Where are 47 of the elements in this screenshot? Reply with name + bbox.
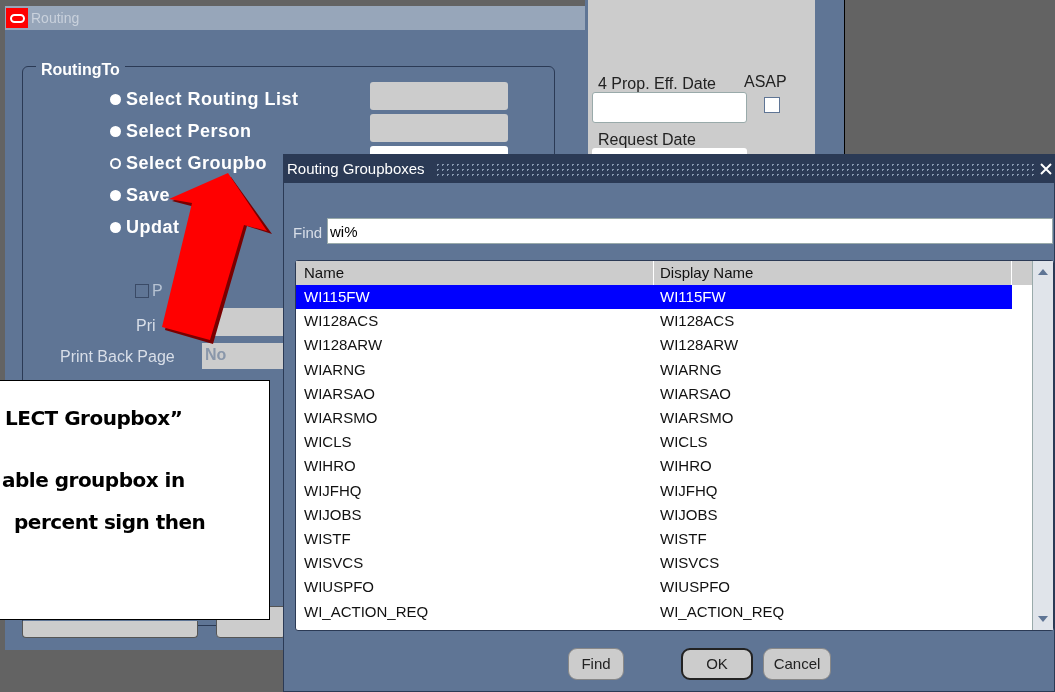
list-row[interactable]: WIJFHQ WIJFHQ (296, 478, 1012, 503)
dialog-button[interactable]: Cancel (763, 648, 831, 680)
dialog-button[interactable]: OK (681, 648, 753, 680)
radio-label: Select Groupbo (126, 152, 267, 175)
field-label: 4 Prop. Eff. Date (598, 74, 716, 94)
checkbox[interactable] (764, 97, 780, 113)
radio-button[interactable] (110, 222, 121, 233)
radio-label: Updat (126, 216, 180, 239)
list-row[interactable]: WI_ACTION_REQ WI_ACTION_REQ (296, 599, 1012, 624)
radio-label: Select Person (126, 120, 252, 143)
callout-text: able groupbox in (2, 467, 185, 494)
date-field[interactable] (592, 92, 747, 123)
list-row[interactable]: WI128ARW WI128ARW (296, 333, 1012, 358)
list-row[interactable]: WIARNG WIARNG (296, 357, 1012, 382)
list-row[interactable]: WIARSAO WIARSAO (296, 381, 1012, 406)
list-row[interactable]: WIARSMO WIARSMO (296, 406, 1012, 430)
radio-button[interactable] (110, 94, 121, 105)
dialog-button[interactable]: Find (568, 648, 624, 680)
callout-text: percent sign then (14, 509, 206, 536)
close-icon[interactable] (1039, 162, 1053, 176)
find-label: Find (293, 223, 323, 243)
radio-button[interactable] (110, 126, 121, 137)
radio-label: Save (126, 184, 171, 207)
list-row[interactable]: WISVCS WISVCS (296, 551, 1012, 576)
callout-text: LECT Groupbox” (5, 405, 183, 432)
list-row[interactable]: WIUSPFO WIUSPFO (296, 575, 1012, 600)
text-field[interactable] (370, 82, 508, 110)
dialog-title: Routing Groupboxes (287, 158, 425, 179)
list-row[interactable]: WI115FW WI115FW (296, 285, 1012, 309)
list-row[interactable]: WIJOBS WIJOBS (296, 502, 1012, 527)
app-logo-icon (6, 8, 28, 28)
text-field[interactable] (370, 114, 508, 142)
checkbox-label: P (152, 281, 163, 301)
field-label: ASAP (744, 72, 787, 92)
radio-button[interactable] (110, 190, 121, 201)
radio-button[interactable] (110, 158, 121, 169)
list-row[interactable]: WIHRO WIHRO (296, 454, 1012, 479)
radio-label: Select Routing List (126, 88, 299, 111)
field-label: Request Date (598, 130, 696, 150)
scrollbar[interactable] (1032, 261, 1053, 630)
list-row[interactable]: WISTF WISTF (296, 527, 1012, 551)
list-row[interactable]: WICLS WICLS (296, 430, 1012, 455)
find-field[interactable]: wi% (327, 218, 1053, 244)
field-label: Print Back Page (60, 347, 175, 367)
checkbox[interactable] (135, 284, 149, 298)
list-row[interactable]: WI128ACS WI128ACS (296, 309, 1012, 334)
field-label: Pri (136, 316, 156, 336)
